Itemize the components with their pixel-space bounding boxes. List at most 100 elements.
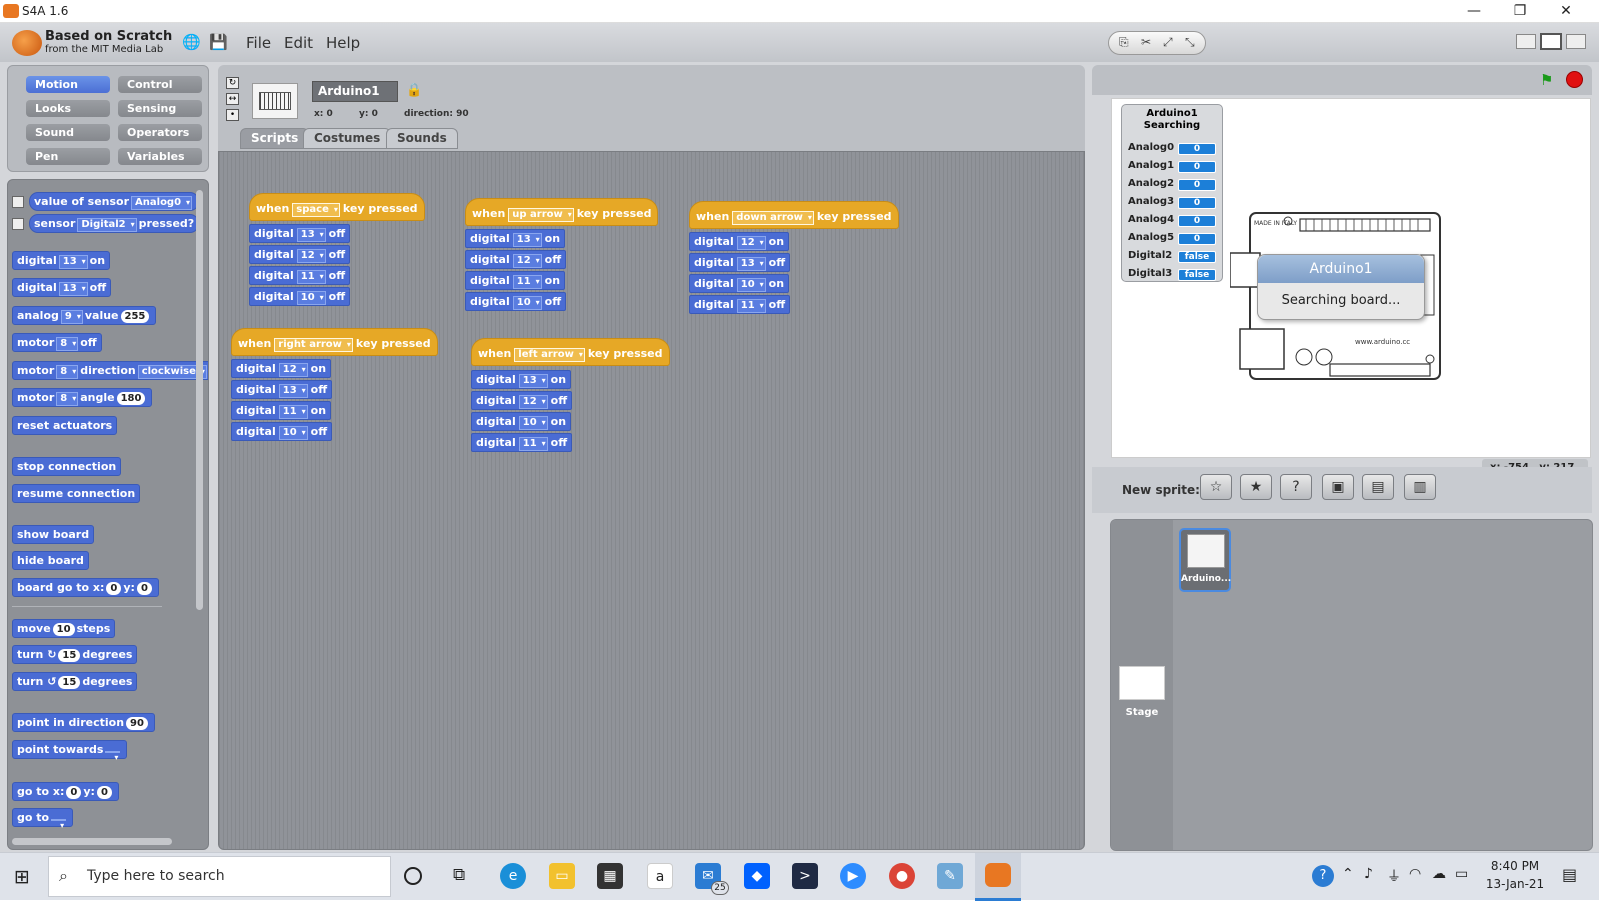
script-block[interactable]: digital10off: [231, 422, 333, 441]
lock-icon[interactable]: 🔒: [406, 83, 422, 98]
block-turn-left[interactable]: turn ↺ 15 degrees: [12, 672, 138, 691]
globe-icon[interactable]: 🌐: [182, 33, 201, 51]
close-button[interactable]: ✕: [1544, 1, 1588, 21]
task-view-icon[interactable]: ⧉: [453, 865, 465, 885]
hat-when-down-arrow[interactable]: whendown arrowkey pressed: [689, 201, 899, 229]
stage-thumbnail[interactable]: [1119, 666, 1165, 700]
block-turn-right[interactable]: turn ↻ 15 degrees: [12, 645, 138, 664]
script-block[interactable]: digital12on: [231, 359, 332, 378]
sprite-name-field[interactable]: Arduino1: [312, 81, 398, 102]
tab-costumes[interactable]: Costumes: [303, 128, 392, 149]
block-sensor-pressed[interactable]: sensorDigital2pressed?: [29, 214, 200, 233]
category-motion[interactable]: Motion: [26, 76, 110, 93]
choose-sprite-from-file-icon[interactable]: ★: [1240, 474, 1272, 500]
store-icon[interactable]: ▦: [597, 863, 623, 889]
taskbar-search[interactable]: ⌕ Type here to search: [48, 856, 391, 897]
rotate-style-full-icon[interactable]: ↻: [226, 77, 239, 89]
block-hide-board[interactable]: hide board: [12, 551, 89, 570]
hat-when-left-arrow[interactable]: whenleft arrowkey pressed: [471, 338, 670, 366]
wifi-icon[interactable]: ◠: [1409, 866, 1421, 882]
rotate-style-none-icon[interactable]: •: [226, 109, 239, 121]
block-reset-actuators[interactable]: reset actuators: [12, 416, 118, 435]
block-analog-value[interactable]: analog9value255: [12, 306, 157, 325]
block-motor-angle[interactable]: motor8angle180: [12, 388, 153, 407]
random-sprite-icon[interactable]: ?: [1280, 474, 1312, 500]
windows-start-icon[interactable]: ⊞: [14, 866, 30, 888]
edit-arduino-sprite-icon[interactable]: ▤: [1362, 474, 1394, 500]
checkbox-value-of-sensor[interactable]: [12, 196, 24, 208]
block-go-to-xy[interactable]: go to x: 0 y: 0: [12, 782, 119, 801]
delete-tool-icon[interactable]: ✂: [1141, 35, 1151, 49]
small-stage-icon[interactable]: [1516, 34, 1536, 49]
green-flag-icon[interactable]: ⚑: [1540, 71, 1558, 89]
zoom-icon[interactable]: ▶: [840, 863, 866, 889]
block-move-steps[interactable]: move 10 steps: [12, 619, 116, 638]
script-block[interactable]: digital11on: [231, 401, 332, 420]
onedrive-icon[interactable]: ☁: [1432, 866, 1446, 882]
category-variables[interactable]: Variables: [118, 148, 202, 165]
clock-date[interactable]: 13-Jan-21: [1480, 877, 1550, 891]
block-point-towards[interactable]: point towards: [12, 740, 128, 764]
category-operators[interactable]: Operators: [118, 124, 202, 141]
script-block[interactable]: digital13off: [249, 224, 351, 243]
minimize-button[interactable]: —: [1452, 1, 1496, 21]
block-resume-connection[interactable]: resume connection: [12, 484, 141, 503]
sprite-tile-arduino1[interactable]: Arduino...: [1179, 528, 1231, 592]
block-digital-off[interactable]: digital13off: [12, 278, 112, 297]
tab-sounds[interactable]: Sounds: [386, 128, 458, 149]
category-looks[interactable]: Looks: [26, 100, 110, 117]
edge-icon[interactable]: e: [500, 863, 526, 889]
script-block[interactable]: digital11off: [471, 433, 573, 452]
checkbox-sensor-pressed[interactable]: [12, 218, 24, 230]
normal-stage-icon[interactable]: [1540, 33, 1562, 50]
script-block[interactable]: digital12off: [249, 245, 351, 264]
battery-icon[interactable]: ▭: [1455, 866, 1468, 882]
block-digital-on[interactable]: digital13on: [12, 251, 111, 270]
amazon-icon[interactable]: a: [647, 863, 673, 889]
block-board-go-to[interactable]: board go to x: 0 y: 0: [12, 578, 159, 597]
notifications-icon[interactable]: ▤: [1562, 865, 1577, 884]
rotate-style-flip-icon[interactable]: ↔: [226, 93, 239, 105]
shrink-tool-icon[interactable]: ⤡: [1185, 35, 1195, 50]
menu-file[interactable]: File: [246, 34, 271, 52]
category-sound[interactable]: Sound: [26, 124, 110, 141]
category-control[interactable]: Control: [118, 76, 202, 93]
palette-scrollbar-vertical[interactable]: [196, 190, 203, 610]
menu-edit[interactable]: Edit: [284, 34, 313, 52]
presentation-mode-icon[interactable]: [1566, 34, 1586, 49]
stage[interactable]: MADE IN ITALY www.arduino.cc Arduino1 Se…: [1111, 98, 1591, 458]
s4a-taskbar-active[interactable]: [975, 853, 1021, 901]
powershell-icon[interactable]: >: [792, 863, 818, 889]
block-stop-connection[interactable]: stop connection: [12, 457, 122, 476]
tab-scripts[interactable]: Scripts: [240, 128, 310, 149]
block-value-of-sensor[interactable]: value of sensor Analog0: [29, 192, 200, 211]
script-block[interactable]: digital13on: [471, 370, 572, 389]
script-block[interactable]: digital11on: [465, 271, 566, 290]
category-pen[interactable]: Pen: [26, 148, 110, 165]
remote-arduino-sprite-icon[interactable]: ▥: [1404, 474, 1436, 500]
block-motor-off[interactable]: motor8off: [12, 333, 102, 352]
file-explorer-icon[interactable]: ▭: [549, 863, 575, 889]
script-block[interactable]: digital10off: [465, 292, 567, 311]
chrome-icon[interactable]: ●: [889, 863, 915, 889]
script-block[interactable]: digital10on: [689, 274, 790, 293]
block-point-in-direction[interactable]: point in direction 90: [12, 713, 155, 732]
script-block[interactable]: digital11off: [249, 266, 351, 285]
script-block[interactable]: digital10on: [471, 412, 572, 431]
stop-sign-icon[interactable]: [1566, 71, 1583, 88]
cortana-icon[interactable]: [404, 867, 422, 885]
block-show-board[interactable]: show board: [12, 525, 95, 544]
script-block[interactable]: digital13on: [465, 229, 566, 248]
script-block[interactable]: digital13off: [689, 253, 791, 272]
volume-icon[interactable]: ♪: [1364, 866, 1373, 882]
script-block[interactable]: digital13off: [231, 380, 333, 399]
hat-when-space[interactable]: whenspacekey pressed: [249, 193, 425, 221]
script-block[interactable]: digital10off: [249, 287, 351, 306]
hat-when-up-arrow[interactable]: whenup arrowkey pressed: [465, 198, 659, 226]
script-block[interactable]: digital12off: [465, 250, 567, 269]
notepad-icon[interactable]: ✎: [937, 863, 963, 889]
chevron-up-icon[interactable]: ⌃: [1342, 866, 1354, 882]
block-go-to[interactable]: go to: [12, 808, 74, 832]
save-icon[interactable]: 💾: [209, 33, 228, 51]
category-sensing[interactable]: Sensing: [118, 100, 202, 117]
